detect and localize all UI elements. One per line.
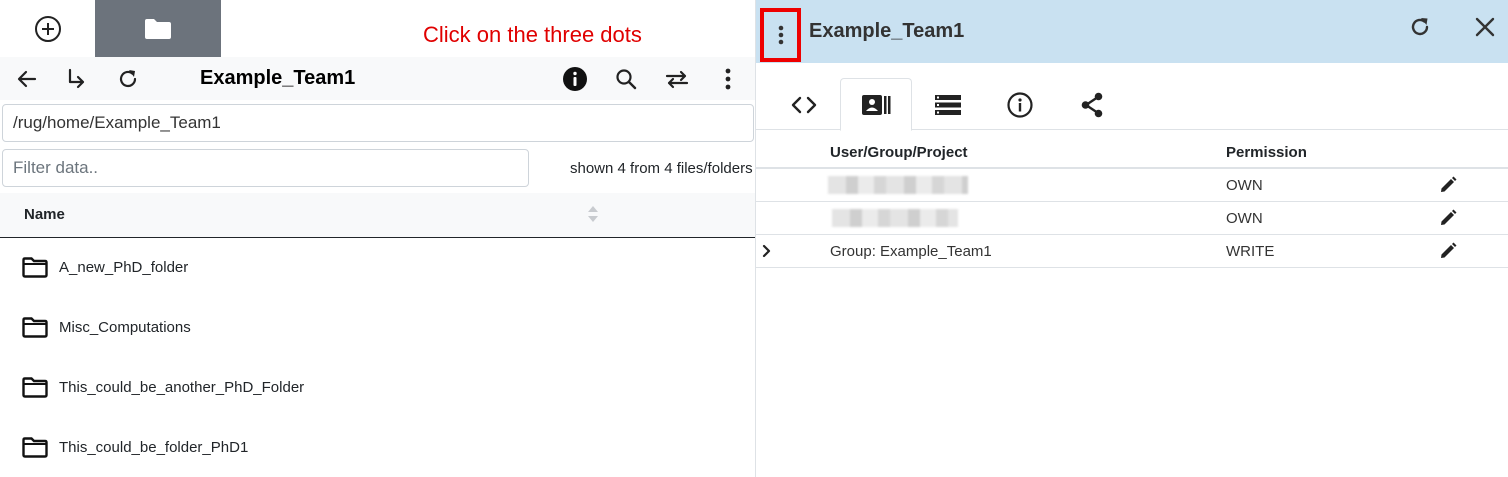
arrow-left-icon: [17, 70, 37, 88]
details-close-button[interactable]: [1474, 16, 1496, 38]
file-name[interactable]: This_could_be_folder_PhD1: [59, 439, 248, 456]
file-toolbar: Example_Team1: [0, 57, 755, 100]
sort-icon[interactable]: [587, 205, 599, 223]
path-input[interactable]: [2, 104, 754, 142]
details-refresh-button[interactable]: [1408, 15, 1432, 39]
info-icon: [1007, 91, 1033, 118]
close-icon: [1475, 17, 1495, 37]
chevron-right-icon[interactable]: [762, 244, 772, 258]
file-row[interactable]: This_could_be_another_PhD_Folder: [0, 358, 755, 418]
folder-icon: [145, 18, 171, 39]
file-row[interactable]: This_could_be_folder_PhD1: [0, 418, 755, 477]
file-name[interactable]: A_new_PhD_folder: [59, 259, 188, 276]
tab-metadata[interactable]: [768, 78, 840, 131]
permission-column-header: Permission: [1226, 144, 1307, 161]
refresh-icon: [119, 70, 137, 88]
group-name: Group: Example_Team1: [830, 243, 992, 260]
files-button[interactable]: [95, 0, 221, 57]
redacted-user: [828, 176, 968, 194]
edit-pencil-icon[interactable]: [1439, 176, 1457, 194]
details-title: Example_Team1: [809, 20, 965, 42]
file-count-status: shown 4 from 4 files/folders: [570, 160, 753, 177]
info-button[interactable]: [561, 65, 589, 93]
filter-input[interactable]: [2, 149, 529, 187]
share-icon: [1081, 92, 1103, 117]
id-card-icon: [862, 94, 891, 115]
top-bar: Click on the three dots: [0, 0, 755, 57]
file-row[interactable]: Misc_Computations: [0, 298, 755, 358]
permission-row: OWN: [756, 169, 1508, 202]
back-button[interactable]: [13, 65, 41, 93]
more-options-button[interactable]: [714, 65, 742, 93]
search-button[interactable]: [612, 65, 640, 93]
go-to-subfolder-button[interactable]: [62, 65, 90, 93]
list-icon: [935, 94, 961, 115]
file-name[interactable]: Misc_Computations: [59, 319, 191, 336]
permission-value: OWN: [1226, 210, 1263, 227]
code-icon: [791, 96, 817, 113]
details-menu-button[interactable]: [760, 8, 801, 62]
permission-value: OWN: [1226, 177, 1263, 194]
details-tabs: [756, 63, 1508, 131]
file-row[interactable]: A_new_PhD_folder: [0, 238, 755, 298]
add-button[interactable]: [0, 0, 95, 57]
tab-system-metadata[interactable]: [912, 78, 984, 131]
tab-share[interactable]: [1056, 78, 1128, 131]
refresh-icon: [1411, 18, 1429, 36]
name-column-label: Name: [24, 206, 65, 223]
user-column-header: User/Group/Project: [830, 144, 968, 161]
edit-pencil-icon[interactable]: [1439, 242, 1457, 260]
instruction-annotation: Click on the three dots: [423, 22, 642, 47]
details-header: Example_Team1: [756, 0, 1508, 63]
permission-row: Group: Example_Team1 WRITE: [756, 235, 1508, 268]
folder-outline-icon: [22, 377, 48, 398]
kebab-menu-icon: [778, 25, 783, 45]
info-filled-icon: [563, 67, 587, 91]
folder-outline-icon: [22, 257, 48, 278]
folder-title: Example_Team1: [200, 67, 356, 89]
tab-permissions[interactable]: [840, 78, 912, 131]
plus-circle-icon: [34, 15, 61, 42]
file-browser-pane: Click on the three dots Example_Team1 /r…: [0, 0, 755, 477]
subdirectory-arrow-icon: [68, 68, 85, 89]
folder-outline-icon: [22, 437, 48, 458]
folder-outline-icon: [22, 317, 48, 338]
refresh-button[interactable]: [114, 65, 142, 93]
swap-arrows-icon: [665, 70, 689, 89]
redacted-user: [832, 209, 958, 227]
permission-value: WRITE: [1226, 243, 1275, 260]
permission-row: OWN: [756, 202, 1508, 235]
tab-info[interactable]: [984, 78, 1056, 131]
name-column-header[interactable]: Name: [0, 193, 755, 238]
kebab-menu-icon: [725, 68, 731, 90]
details-pane: Example_Team1 User/Group/Project Permiss…: [756, 0, 1508, 477]
file-name[interactable]: This_could_be_another_PhD_Folder: [59, 379, 304, 396]
search-icon: [616, 69, 637, 90]
transfer-button[interactable]: [663, 65, 691, 93]
permissions-table-header: User/Group/Project Permission: [756, 136, 1508, 169]
edit-pencil-icon[interactable]: [1439, 209, 1457, 227]
